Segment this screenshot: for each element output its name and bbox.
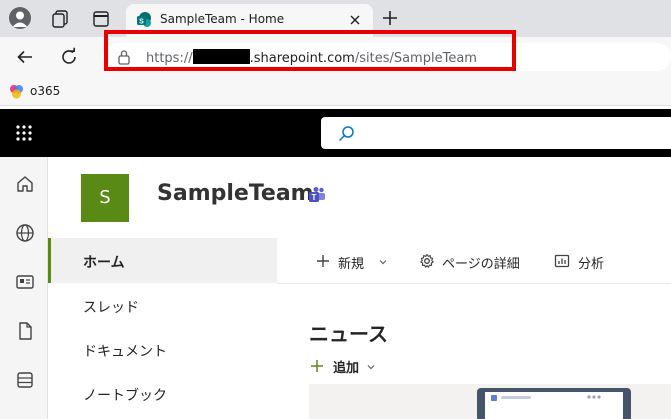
nav-item-threads[interactable]: スレッド xyxy=(48,283,277,328)
page-details-label: ページの詳細 xyxy=(442,257,520,272)
site-title[interactable]: SampleTeam xyxy=(157,181,314,206)
sharepoint-icon: S xyxy=(136,12,152,28)
svg-text:T: T xyxy=(312,193,317,202)
news-preview-card[interactable] xyxy=(309,384,671,419)
waffle-icon[interactable] xyxy=(15,124,33,142)
globe-icon[interactable] xyxy=(15,223,35,243)
add-label: 追加 xyxy=(333,361,360,376)
nav-item-label: ドキュメント xyxy=(83,344,167,360)
profile-icon[interactable] xyxy=(9,7,31,29)
list-icon[interactable] xyxy=(15,370,35,390)
search-icon xyxy=(338,125,355,142)
plus-icon xyxy=(317,255,329,267)
nav-item-label: スレッド xyxy=(83,300,139,316)
left-navigation: ホーム スレッド ドキュメント ノートブック xyxy=(48,238,277,419)
site-logo[interactable]: S xyxy=(81,174,129,222)
chart-icon xyxy=(554,254,570,268)
news-preview-illustration xyxy=(477,388,631,419)
gear-icon xyxy=(420,253,434,268)
analytics-button[interactable]: 分析 xyxy=(554,240,614,284)
nav-item-home[interactable]: ホーム xyxy=(48,238,277,283)
search-input[interactable] xyxy=(321,117,671,149)
svg-text:S: S xyxy=(139,18,144,25)
news-icon[interactable] xyxy=(15,272,35,292)
app-bar xyxy=(0,157,48,419)
news-section-title: ニュース xyxy=(309,322,388,346)
workspaces-icon[interactable] xyxy=(50,8,72,30)
chevron-down-icon xyxy=(367,365,375,370)
teams-icon[interactable]: T xyxy=(308,186,326,204)
tab-title: SampleTeam - Home xyxy=(160,12,285,26)
copilot-icon xyxy=(9,84,24,99)
analytics-label: 分析 xyxy=(578,257,605,272)
plus-icon[interactable] xyxy=(381,9,399,27)
url-highlight-box xyxy=(104,30,516,71)
nav-item-label: ノートブック xyxy=(83,388,167,404)
plus-icon xyxy=(311,360,323,372)
reload-icon[interactable] xyxy=(59,47,79,67)
file-icon[interactable] xyxy=(15,321,35,341)
nav-item-label: ホーム xyxy=(83,255,125,271)
page-details-button[interactable]: ページの詳細 xyxy=(419,240,531,284)
bookmark-o365[interactable]: o365 xyxy=(30,84,60,98)
add-news-button[interactable]: 追加 xyxy=(309,356,379,376)
home-icon[interactable] xyxy=(15,174,35,194)
suite-bar xyxy=(0,109,671,157)
new-label: 新規 xyxy=(338,257,365,272)
chevron-down-icon xyxy=(379,260,387,265)
new-button[interactable]: 新規 xyxy=(315,240,391,284)
back-icon[interactable] xyxy=(15,47,35,67)
command-bar: 新規 ページの詳細 分析 xyxy=(277,240,671,284)
bookmarks-bar: o365 xyxy=(0,77,671,106)
tab-actions-icon[interactable] xyxy=(90,8,112,30)
close-icon[interactable] xyxy=(347,12,363,28)
nav-item-notebook[interactable]: ノートブック xyxy=(48,371,277,416)
nav-item-documents[interactable]: ドキュメント xyxy=(48,327,277,372)
